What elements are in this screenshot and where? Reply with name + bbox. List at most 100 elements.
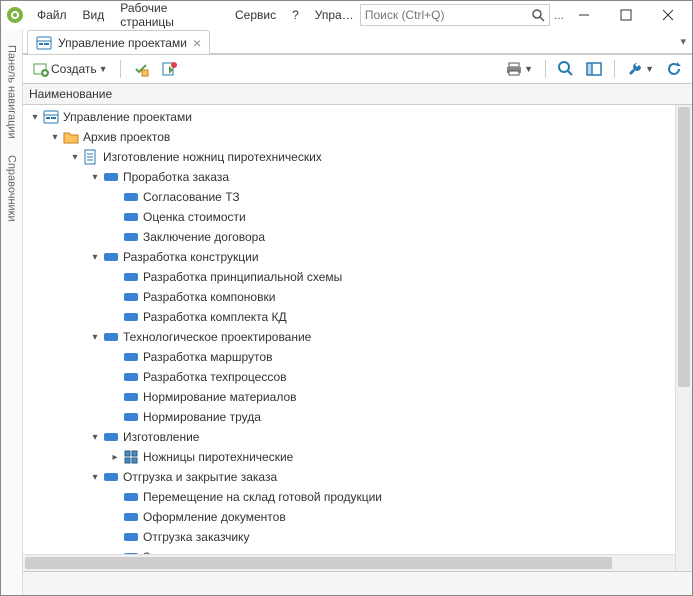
- tree-label: Заключение договора: [143, 230, 265, 244]
- menu-file[interactable]: Файл: [29, 4, 75, 26]
- tree-label: Разработка маршрутов: [143, 350, 272, 364]
- tree-label: Отгрузка и закрытие заказа: [123, 470, 277, 484]
- tree-label: Разработка принципиальной схемы: [143, 270, 342, 284]
- tree-label: Отгрузка заказчику: [143, 530, 249, 544]
- tree-item[interactable]: ▸Оценка стоимости: [23, 207, 675, 227]
- horizontal-scrollbar[interactable]: [23, 554, 675, 571]
- proj-icon: [43, 109, 59, 125]
- tree-item[interactable]: ▸Перемещение на склад готовой продукции: [23, 487, 675, 507]
- tree-view: ▾Управление проектами▾Архив проектов▾Изг…: [23, 105, 675, 554]
- collapse-icon[interactable]: ▾: [89, 251, 101, 263]
- task-icon: [103, 329, 119, 345]
- tree-group-5[interactable]: ▾ Отгрузка и закрытие заказа: [23, 467, 675, 487]
- expand-icon[interactable]: ▸: [109, 451, 121, 463]
- tree-item[interactable]: ▸Нормирование труда: [23, 407, 675, 427]
- tree-item-part[interactable]: ▸ Ножницы пиротехнические: [23, 447, 675, 467]
- task-icon: [123, 229, 139, 245]
- task-icon: [123, 349, 139, 365]
- task-icon: [103, 469, 119, 485]
- collapse-icon[interactable]: ▾: [49, 131, 61, 143]
- tree-item[interactable]: ▸Нормирование материалов: [23, 387, 675, 407]
- tab-label: Управление проектами: [58, 36, 187, 50]
- search-input[interactable]: [365, 8, 531, 22]
- tree-label: Нормирование материалов: [143, 390, 297, 404]
- tree-group-4[interactable]: ▾ Изготовление: [23, 427, 675, 447]
- side-tab-navigation[interactable]: Панель навигации: [4, 37, 20, 147]
- task-icon: [103, 169, 119, 185]
- search-more[interactable]: ...: [554, 8, 564, 22]
- tree-root[interactable]: ▾Управление проектами: [23, 107, 675, 127]
- tree-item[interactable]: ▸Разработка принципиальной схемы: [23, 267, 675, 287]
- tree-item[interactable]: ▸Закрытие заказа: [23, 547, 675, 554]
- tree-item[interactable]: ▸Разработка техпроцессов: [23, 367, 675, 387]
- search-icon[interactable]: [531, 8, 545, 22]
- tree-group-1[interactable]: ▾ Проработка заказа: [23, 167, 675, 187]
- collapse-icon[interactable]: ▾: [29, 111, 41, 123]
- refresh-button[interactable]: [662, 58, 686, 80]
- collapse-icon[interactable]: ▾: [89, 171, 101, 183]
- collapse-icon[interactable]: ▾: [69, 151, 81, 163]
- tab-project-management[interactable]: Управление проектами ×: [27, 30, 210, 54]
- status-bar: [23, 571, 692, 595]
- window-maximize[interactable]: [606, 3, 646, 27]
- menu-view[interactable]: Вид: [75, 4, 113, 26]
- column-name: Наименование: [29, 87, 112, 101]
- tree-item[interactable]: ▸Согласование ТЗ: [23, 187, 675, 207]
- search-box[interactable]: [360, 4, 550, 26]
- folder-icon: [63, 129, 79, 145]
- tree-project[interactable]: ▾Изготовление ножниц пиротехнических: [23, 147, 675, 167]
- menu-help[interactable]: ?: [284, 4, 307, 26]
- toolbar: Создать ▼ ▼ ▼: [23, 55, 692, 83]
- grid-header[interactable]: Наименование: [23, 83, 692, 105]
- window-minimize[interactable]: [564, 3, 604, 27]
- tree-group-3[interactable]: ▾ Технологическое проектирование: [23, 327, 675, 347]
- task-icon: [123, 289, 139, 305]
- chevron-down-icon: ▼: [524, 64, 533, 74]
- export-button[interactable]: [157, 58, 181, 80]
- task-icon: [103, 429, 119, 445]
- project-icon: [36, 35, 52, 51]
- doc-icon: [83, 149, 99, 165]
- tree-label: Нормирование труда: [143, 410, 261, 424]
- task-icon: [123, 489, 139, 505]
- tree-label: Ножницы пиротехнические: [143, 450, 293, 464]
- tree-item[interactable]: ▸Заключение договора: [23, 227, 675, 247]
- side-tabs: Панель навигации Справочники: [1, 29, 23, 595]
- check-button[interactable]: [129, 58, 153, 80]
- window-close[interactable]: [648, 3, 688, 27]
- zoom-button[interactable]: [554, 58, 578, 80]
- create-button[interactable]: Создать ▼: [29, 58, 112, 80]
- part-icon: [123, 449, 139, 465]
- collapse-icon[interactable]: ▾: [89, 431, 101, 443]
- tree-item[interactable]: ▸Отгрузка заказчику: [23, 527, 675, 547]
- tab-close[interactable]: ×: [193, 36, 201, 50]
- collapse-icon[interactable]: ▾: [89, 331, 101, 343]
- settings-button[interactable]: ▼: [623, 58, 658, 80]
- tree-label: Проработка заказа: [123, 170, 229, 184]
- tree-item[interactable]: ▸Оформление документов: [23, 507, 675, 527]
- tree-label: Оформление документов: [143, 510, 286, 524]
- task-icon: [123, 409, 139, 425]
- collapse-icon[interactable]: ▾: [89, 471, 101, 483]
- menu-service[interactable]: Сервис: [227, 4, 284, 26]
- breadcrumb[interactable]: Управ...: [315, 8, 356, 22]
- task-icon: [123, 369, 139, 385]
- tab-expand-icon[interactable]: ▾: [680, 35, 686, 48]
- tree-item[interactable]: ▸Разработка компоновки: [23, 287, 675, 307]
- task-icon: [123, 529, 139, 545]
- print-button[interactable]: ▼: [502, 58, 537, 80]
- tree-label: Технологическое проектирование: [123, 330, 311, 344]
- tree-archive[interactable]: ▾Архив проектов: [23, 127, 675, 147]
- tree-item[interactable]: ▸Разработка маршрутов: [23, 347, 675, 367]
- tab-strip: Управление проектами × ▾: [23, 29, 692, 55]
- tree-group-2[interactable]: ▾Разработка конструкции: [23, 247, 675, 267]
- task-icon: [123, 269, 139, 285]
- side-tab-references[interactable]: Справочники: [4, 147, 20, 230]
- task-icon: [123, 389, 139, 405]
- tree-label: Изготовление: [123, 430, 199, 444]
- menubar: Файл Вид Рабочие страницы Сервис ? Управ…: [1, 1, 692, 29]
- tree-item[interactable]: ▸Разработка комплекта КД: [23, 307, 675, 327]
- task-icon: [103, 249, 119, 265]
- vertical-scrollbar[interactable]: [675, 105, 692, 571]
- panel-button[interactable]: [582, 58, 606, 80]
